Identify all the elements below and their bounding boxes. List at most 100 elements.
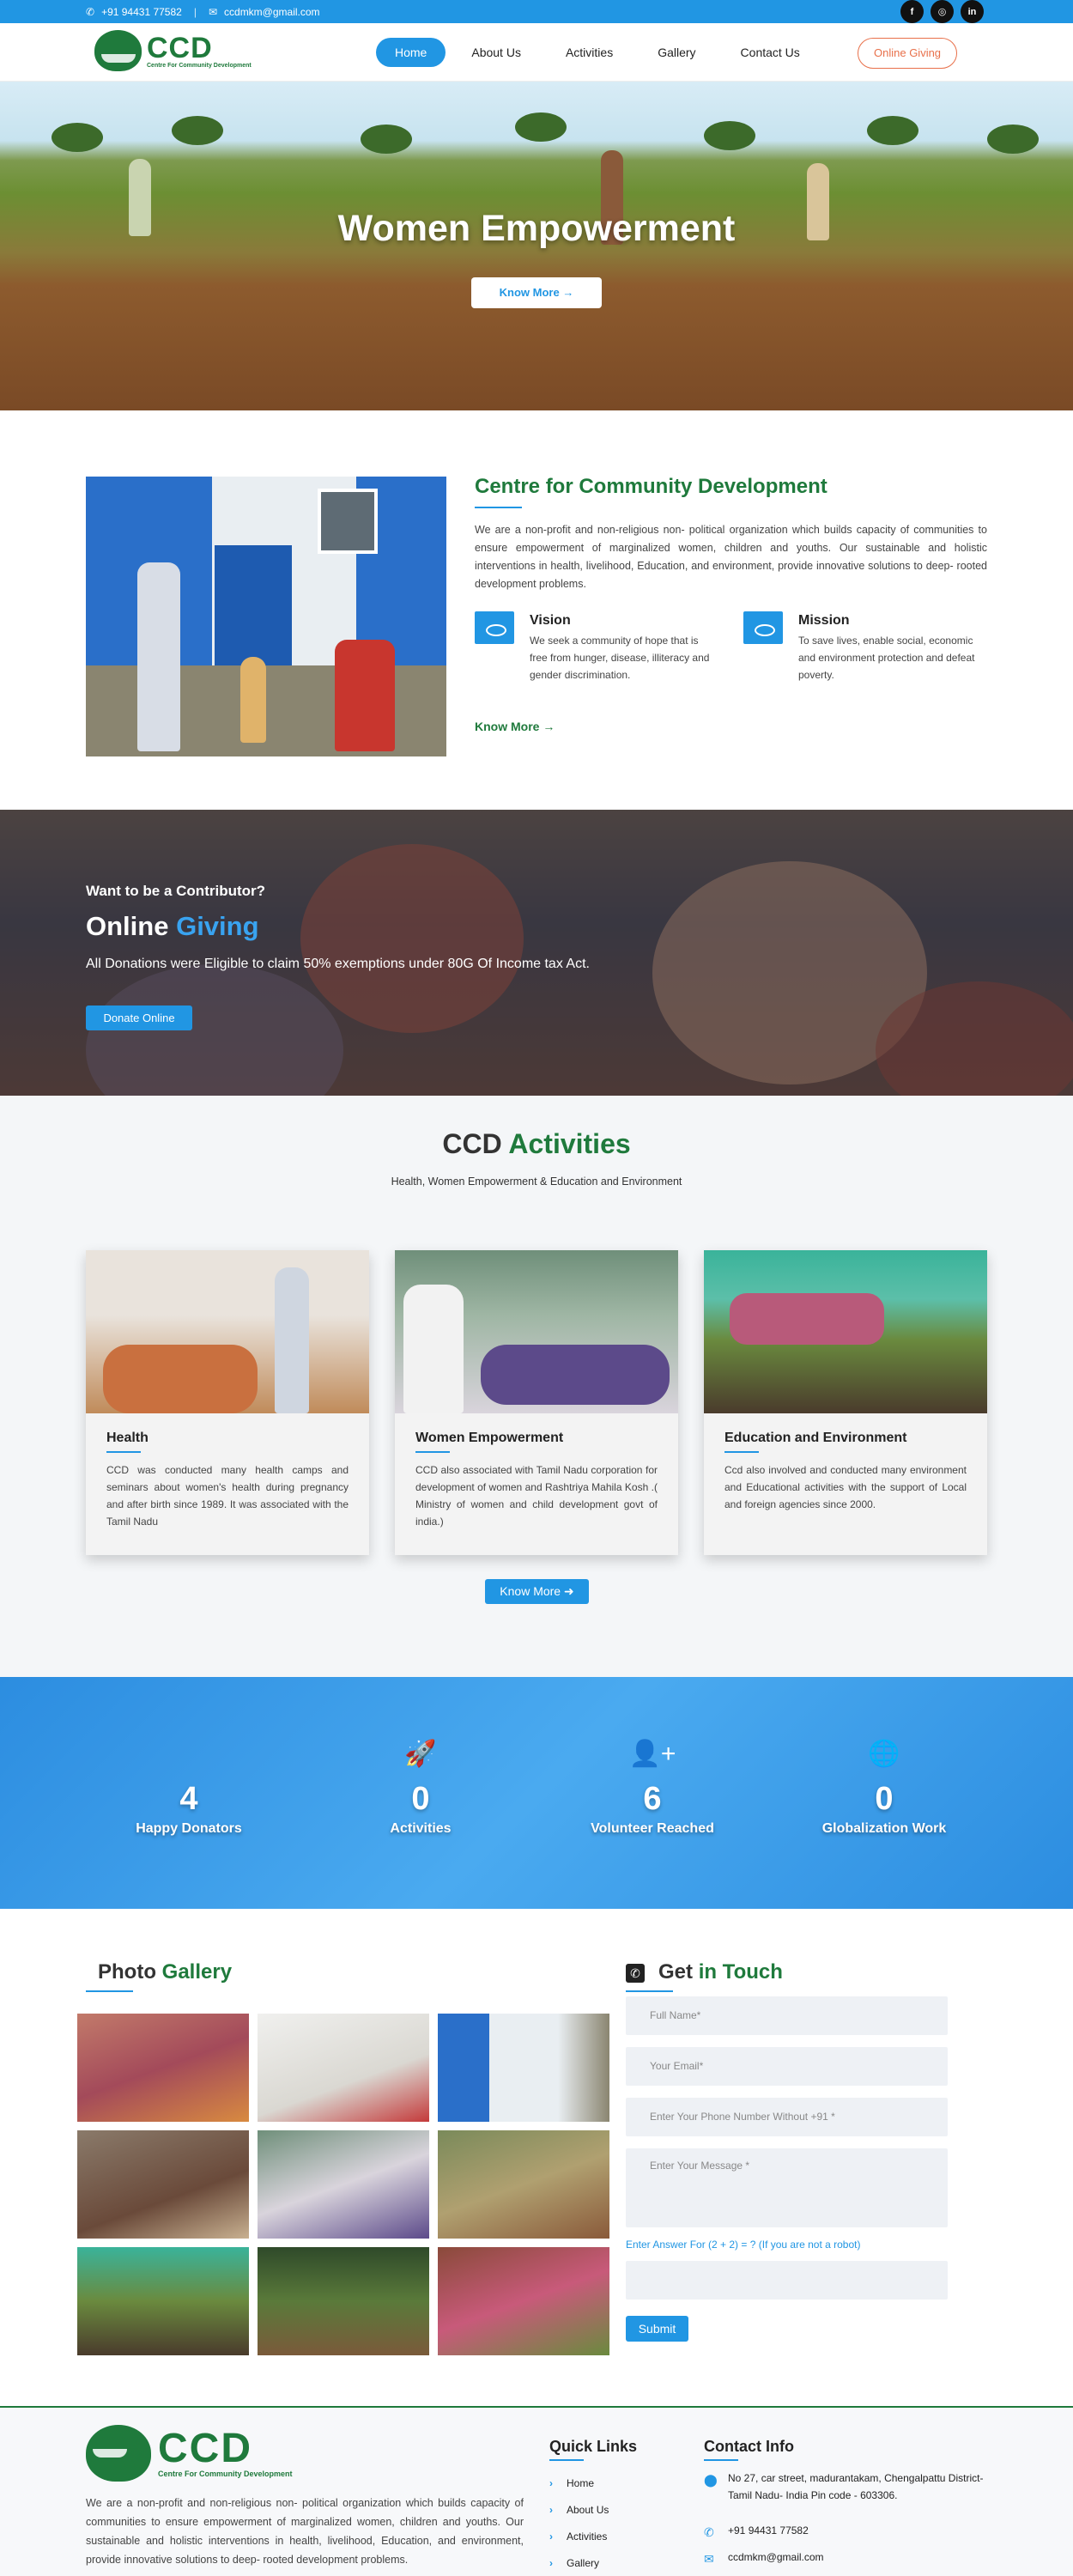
hero-tree	[172, 116, 223, 145]
nav-contact[interactable]: Contact Us	[722, 38, 819, 67]
linkedin-icon[interactable]: in	[961, 0, 984, 23]
gallery-title: Photo Gallery	[98, 1960, 232, 1984]
eye-icon	[743, 611, 783, 644]
photo-figure	[103, 1345, 258, 1413]
donate-note: All Donations were Eligible to claim 50%…	[86, 957, 590, 971]
mail-icon: ✉	[704, 2552, 714, 2566]
hero-banner: Women Empowerment Know More →	[0, 82, 1073, 410]
activity-card-education-environment[interactable]: Education and Environment Ccd also invol…	[704, 1250, 987, 1555]
contact-title-b: in Touch	[698, 1960, 783, 1984]
activity-photo	[395, 1250, 678, 1413]
gallery-photo[interactable]	[258, 2247, 429, 2355]
nav-gallery[interactable]: Gallery	[639, 38, 714, 67]
arrow-circle-right-icon: ➜	[563, 1584, 574, 1598]
about-title: Centre for Community Development	[475, 475, 827, 498]
mission-title: Mission	[798, 613, 850, 628]
captcha-input[interactable]	[626, 2261, 948, 2300]
instagram-icon[interactable]: ◎	[931, 0, 954, 23]
topbar-phone[interactable]: +91 94431 77582	[101, 6, 182, 18]
top-bar: ✆ +91 94431 77582 | ✉ ccdmkm@gmail.com f…	[0, 0, 1073, 23]
stat-volunteer-reached: 👤+ 6 Volunteer Reached	[554, 1737, 751, 1837]
card-text: CCD also associated with Tamil Nadu corp…	[415, 1464, 658, 1528]
photo-figure	[403, 1285, 464, 1413]
title-underline	[86, 1990, 133, 1992]
contact-info-title: Contact Info	[704, 2438, 794, 2455]
card-underline	[415, 1451, 450, 1453]
gallery-photo[interactable]	[77, 2014, 249, 2122]
nav-activities[interactable]: Activities	[547, 38, 632, 67]
full-name-input[interactable]: Full Name*	[626, 1996, 948, 2035]
address-text: No 27, car street, madurantakam, Chengal…	[728, 2472, 984, 2501]
topbar-email[interactable]: ccdmkm@gmail.com	[224, 6, 320, 18]
footer-phone[interactable]: ✆ +91 94431 77582	[704, 2522, 987, 2539]
card-text: CCD was conducted many health camps and …	[106, 1464, 349, 1528]
button-label: Know More	[500, 1584, 561, 1598]
stat-globalization-work: 🌐 0 Globalization Work	[785, 1737, 983, 1837]
site-logo[interactable]: CCD Centre For Community Development	[94, 30, 252, 71]
email-text: ccdmkm@gmail.com	[728, 2551, 824, 2563]
gallery-title-b: Gallery	[161, 1960, 233, 1984]
submit-button[interactable]: Submit	[626, 2316, 688, 2342]
activities-section: CCD Activities Health, Women Empowerment…	[0, 1096, 1073, 1677]
gallery-photo[interactable]	[77, 2247, 249, 2355]
gallery-photo[interactable]	[438, 2014, 609, 2122]
activity-photo	[704, 1250, 987, 1413]
message-textarea[interactable]: Enter Your Message *	[626, 2148, 948, 2227]
card-underline	[724, 1451, 759, 1453]
contact-title: Get in Touch	[658, 1960, 783, 1984]
gallery-photo[interactable]	[438, 2130, 609, 2239]
activity-card-health[interactable]: Health CCD was conducted many health cam…	[86, 1250, 369, 1555]
about-text: We are a non-profit and non-religious no…	[475, 524, 987, 590]
stat-label: Volunteer Reached	[591, 1821, 714, 1836]
activities-title: CCD Activities	[0, 1128, 1073, 1160]
activity-card-women-empowerment[interactable]: Women Empowerment CCD also associated wi…	[395, 1250, 678, 1555]
add-user-icon: 👤+	[628, 1740, 676, 1768]
online-giving-button[interactable]: Online Giving	[858, 38, 958, 69]
vision-title: Vision	[530, 613, 571, 628]
main-menu: Home About Us Activities Gallery Contact…	[376, 38, 819, 67]
about-know-more-link[interactable]: Know More →	[475, 720, 555, 733]
email-input[interactable]: Your Email*	[626, 2047, 948, 2086]
footer-logo[interactable]: CCD Centre For Community Development	[86, 2425, 293, 2482]
footer-link-about[interactable]: About Us	[549, 2504, 609, 2516]
hero-know-more-button[interactable]: Know More →	[471, 277, 602, 308]
eye-icon	[475, 611, 514, 644]
nav-about[interactable]: About Us	[452, 38, 540, 67]
contact-title-a: Get	[658, 1960, 694, 1984]
logo-name: CCD	[158, 2426, 252, 2471]
donate-kicker: Want to be a Contributor?	[86, 883, 266, 899]
stat-label: Activities	[390, 1821, 452, 1836]
phone-text: +91 94431 77582	[728, 2524, 809, 2537]
nav-home[interactable]: Home	[376, 38, 446, 67]
footer-link-home[interactable]: Home	[549, 2477, 594, 2489]
navbar: CCD Centre For Community Development Hom…	[0, 23, 1073, 82]
activities-know-more-button[interactable]: Know More ➜	[485, 1579, 589, 1604]
logo-tagline: Centre For Community Development	[158, 2470, 293, 2478]
stat-happy-donators: 4 Happy Donators	[90, 1737, 288, 1837]
gallery-photo[interactable]	[258, 2014, 429, 2122]
about-photo	[86, 477, 446, 756]
stat-activities: 🚀 0 Activities	[322, 1737, 519, 1837]
donate-section: Want to be a Contributor? Online Giving …	[0, 810, 1073, 1096]
stat-value: 6	[643, 1781, 662, 1817]
phone-input[interactable]: Enter Your Phone Number Without +91 *	[626, 2098, 948, 2136]
gallery-photo[interactable]	[77, 2130, 249, 2239]
footer-email[interactable]: ✉ ccdmkm@gmail.com	[704, 2549, 987, 2566]
gallery-photo[interactable]	[258, 2130, 429, 2239]
footer-link-activities[interactable]: Activities	[549, 2530, 607, 2543]
location-pin-icon: ⬤	[704, 2473, 718, 2487]
facebook-icon[interactable]: f	[900, 0, 924, 23]
title-underline	[704, 2459, 738, 2461]
donate-title-b: Giving	[176, 911, 259, 941]
footer-link-gallery[interactable]: Gallery	[549, 2557, 599, 2569]
gallery-photo[interactable]	[438, 2247, 609, 2355]
hero-tree	[867, 116, 918, 145]
phone-icon: ✆	[86, 5, 95, 18]
captcha-label: Enter Answer For (2 + 2) = ? (If you are…	[626, 2239, 861, 2251]
stat-label: Happy Donators	[136, 1821, 242, 1836]
logo-tagline: Centre For Community Development	[147, 62, 252, 69]
donate-online-button[interactable]: Donate Online	[86, 1005, 192, 1030]
footer-address: ⬤ No 27, car street, madurantakam, Cheng…	[704, 2470, 987, 2521]
quick-links-title: Quick Links	[549, 2438, 638, 2455]
activities-title-b: Activities	[508, 1128, 631, 1159]
